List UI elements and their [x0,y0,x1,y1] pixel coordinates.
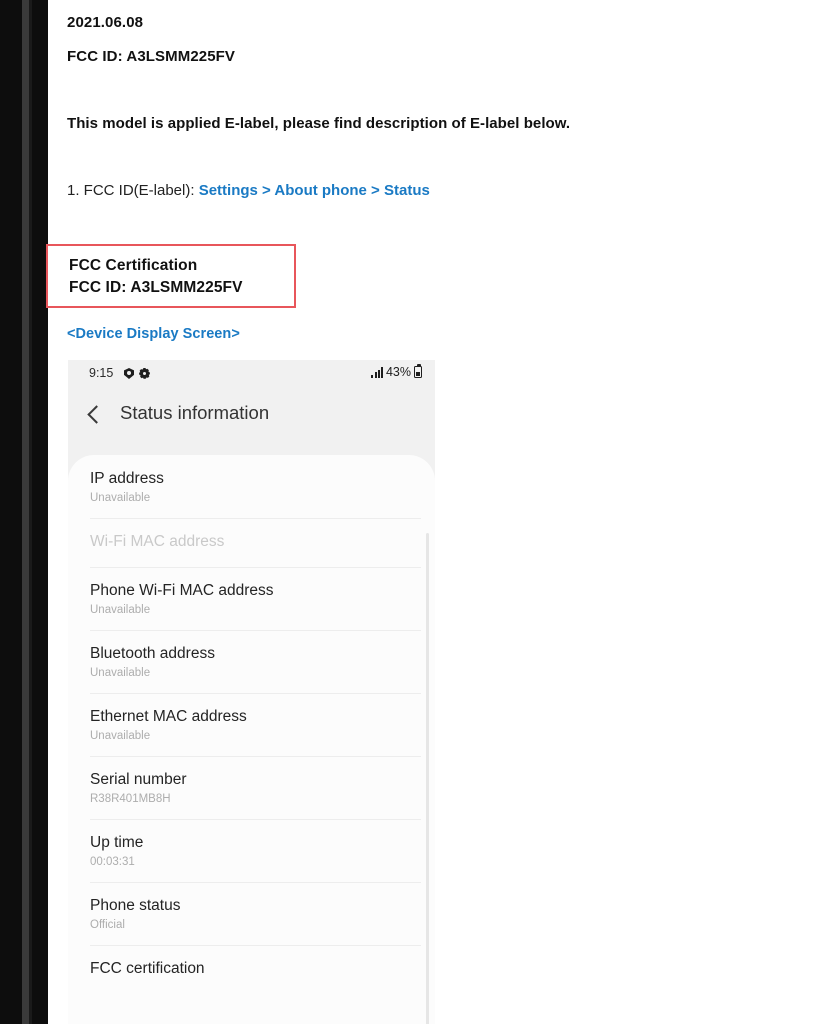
list-item[interactable]: Wi-Fi MAC address [68,518,435,567]
list-item[interactable]: IP address Unavailable [68,455,435,518]
list-item-title: Phone Wi-Fi MAC address [90,582,274,599]
list-item-value: R38R401MB8H [90,793,171,805]
document-date: 2021.06.08 [67,14,144,31]
phone-status-bar: 9:15 43% [68,360,435,390]
fcc-certification-callout: FCC Certification FCC ID: A3LSMM225FV [46,244,296,308]
callout-fcc-id: FCC ID: A3LSMM225FV [69,279,243,296]
battery-icon [414,364,422,378]
list-item-title: Serial number [90,771,187,788]
status-settings-list: IP address Unavailable Wi-Fi MAC address Ph… [68,455,435,994]
callout-title: FCC Certification [69,257,198,274]
status-bar-right-cluster: 43% [371,364,422,379]
list-item-title: IP address [90,470,164,487]
app-bar-title: Status information [120,402,270,423]
list-item-value: Unavailable [90,492,151,504]
list-scrollbar[interactable] [426,533,429,1024]
elabel-note: This model is applied E-label, please fi… [67,115,571,132]
document-sheet: 2021.06.08 FCC ID: A3LSMM225FV This mode… [46,0,823,1024]
back-chevron-icon[interactable] [87,405,106,424]
elabel-step-prefix: 1. FCC ID(E-label): [67,182,199,199]
list-item[interactable]: Ethernet MAC address Unavailable [68,693,435,756]
list-item-value: Unavailable [90,667,151,679]
list-item-title: Bluetooth address [90,645,215,662]
list-item-title: Wi-Fi MAC address [90,533,225,550]
list-item-value: Unavailable [90,604,151,616]
document-page: 2021.06.08 FCC ID: A3LSMM225FV This mode… [0,0,823,1024]
list-item-value: Unavailable [90,730,151,742]
phone-screenshot: 9:15 43% Status information IP address Un… [68,360,435,1024]
viewer-gutter [0,0,48,1024]
device-display-screen-caption: <Device Display Screen> [67,326,240,342]
list-item-title: Phone status [90,897,181,914]
viewer-gutter-edge [29,0,32,1024]
list-item-title: Ethernet MAC address [90,708,247,725]
shield-icon [124,368,134,379]
settings-path-link[interactable]: Settings > About phone > Status [199,182,430,199]
gear-icon [139,368,150,379]
list-item-value: Official [90,919,125,931]
battery-percent-label: 43% [385,365,411,379]
status-content-sheet: IP address Unavailable Wi-Fi MAC address Ph… [68,455,435,1024]
viewer-scrollbar-thumb[interactable] [22,0,29,1024]
list-item[interactable]: Up time 00:03:31 [68,819,435,882]
list-item[interactable]: Phone Wi-Fi MAC address Unavailable [68,567,435,630]
list-item[interactable]: Serial number R38R401MB8H [68,756,435,819]
list-item-title: Up time [90,834,144,851]
status-clock: 9:15 [89,366,114,380]
signal-bars-icon [371,367,383,378]
list-item[interactable]: Bluetooth address Unavailable [68,630,435,693]
list-item-value: 00:03:31 [90,856,135,868]
list-item[interactable]: FCC certification [68,945,435,994]
list-item[interactable]: Phone status Official [68,882,435,945]
phone-app-bar: Status information [68,394,435,454]
elabel-step-line: 1. FCC ID(E-label): Settings > About pho… [67,182,430,199]
document-fcc-id: FCC ID: A3LSMM225FV [67,48,236,65]
list-item-title: FCC certification [90,960,205,977]
